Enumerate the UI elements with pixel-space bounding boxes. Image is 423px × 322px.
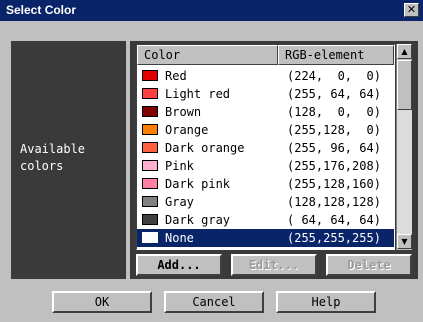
color-swatch — [142, 214, 158, 225]
title-bar[interactable]: Select Color ✕ — [0, 0, 423, 21]
color-list[interactable]: Color RGB-element Red (224, 0, 0) Light re… — [136, 44, 395, 250]
color-list-row[interactable]: Light red (255, 64, 64) — [137, 85, 394, 103]
color-rgb: (255,255,255) — [287, 231, 381, 245]
close-icon: ✕ — [406, 3, 417, 16]
scroll-thumb[interactable] — [397, 60, 412, 110]
color-rgb: (255, 64, 64) — [287, 87, 381, 101]
color-list-row[interactable]: Gray (128,128,128) — [137, 193, 394, 211]
ok-button[interactable]: OK — [52, 291, 152, 313]
scroll-track[interactable] — [397, 110, 412, 234]
color-rgb: (255,176,208) — [287, 159, 381, 173]
color-name: Gray — [165, 195, 194, 209]
list-header: Color RGB-element — [137, 45, 394, 65]
cancel-button[interactable]: Cancel — [164, 291, 264, 313]
color-rgb: (224, 0, 0) — [287, 69, 381, 83]
color-list-row[interactable]: Pink (255,176,208) — [137, 157, 394, 175]
window-title: Select Color — [6, 3, 77, 17]
scroll-down-icon: ▼ — [401, 237, 408, 246]
close-button[interactable]: ✕ — [404, 3, 419, 17]
color-swatch — [142, 232, 158, 243]
column-header-color[interactable]: Color — [137, 45, 278, 65]
color-name: None — [165, 231, 194, 245]
color-swatch — [142, 178, 158, 189]
color-swatch — [142, 142, 158, 153]
color-list-row[interactable]: Orange (255,128, 0) — [137, 121, 394, 139]
color-name: Dark orange — [165, 141, 245, 155]
add-button[interactable]: Add... — [136, 254, 222, 276]
column-header-rgb[interactable]: RGB-element — [278, 45, 394, 65]
color-rgb: ( 64, 64, 64) — [287, 213, 381, 227]
scroll-up-icon: ▲ — [401, 47, 408, 56]
delete-button[interactable]: Delete — [326, 254, 412, 276]
color-swatch — [142, 88, 158, 99]
color-name: Red — [165, 69, 187, 83]
scroll-down-button[interactable]: ▼ — [397, 234, 412, 249]
color-swatch — [142, 106, 158, 117]
color-list-row[interactable]: Brown (128, 0, 0) — [137, 103, 394, 121]
color-rgb: (128, 0, 0) — [287, 105, 381, 119]
color-list-row[interactable]: Dark pink (255,128,160) — [137, 175, 394, 193]
color-name: Orange — [165, 123, 209, 137]
help-button[interactable]: Help — [276, 291, 376, 313]
color-name: Light red — [165, 87, 231, 101]
color-rgb: (255, 96, 64) — [287, 141, 381, 155]
color-list-row[interactable]: Dark orange (255, 96, 64) — [137, 139, 394, 157]
color-name: Brown — [165, 105, 202, 119]
list-scrollbar[interactable]: ▲ ▼ — [396, 44, 412, 250]
color-name: Dark gray — [165, 213, 231, 227]
scroll-up-button[interactable]: ▲ — [397, 44, 412, 59]
select-color-dialog: Select Color ✕ Available colors Color RG… — [0, 0, 423, 322]
available-colors-label: Available colors — [20, 141, 85, 175]
color-name: Pink — [165, 159, 194, 173]
color-swatch — [142, 160, 158, 171]
color-name: Dark pink — [165, 177, 231, 191]
available-colors-label-line1: Available — [20, 142, 86, 156]
color-rgb: (255,128, 0) — [287, 123, 381, 137]
color-swatch — [142, 124, 158, 135]
available-colors-label-line2: colors — [20, 159, 64, 173]
color-rgb: (128,128,128) — [287, 195, 381, 209]
color-rgb: (255,128,160) — [287, 177, 381, 191]
edit-button[interactable]: Edit... — [231, 254, 317, 276]
color-list-row[interactable]: Dark gray ( 64, 64, 64) — [137, 211, 394, 229]
color-swatch — [142, 70, 158, 81]
color-list-row[interactable]: Red (224, 0, 0) — [137, 67, 394, 85]
color-swatch — [142, 196, 158, 207]
color-list-row[interactable]: None (255,255,255) — [137, 229, 394, 247]
